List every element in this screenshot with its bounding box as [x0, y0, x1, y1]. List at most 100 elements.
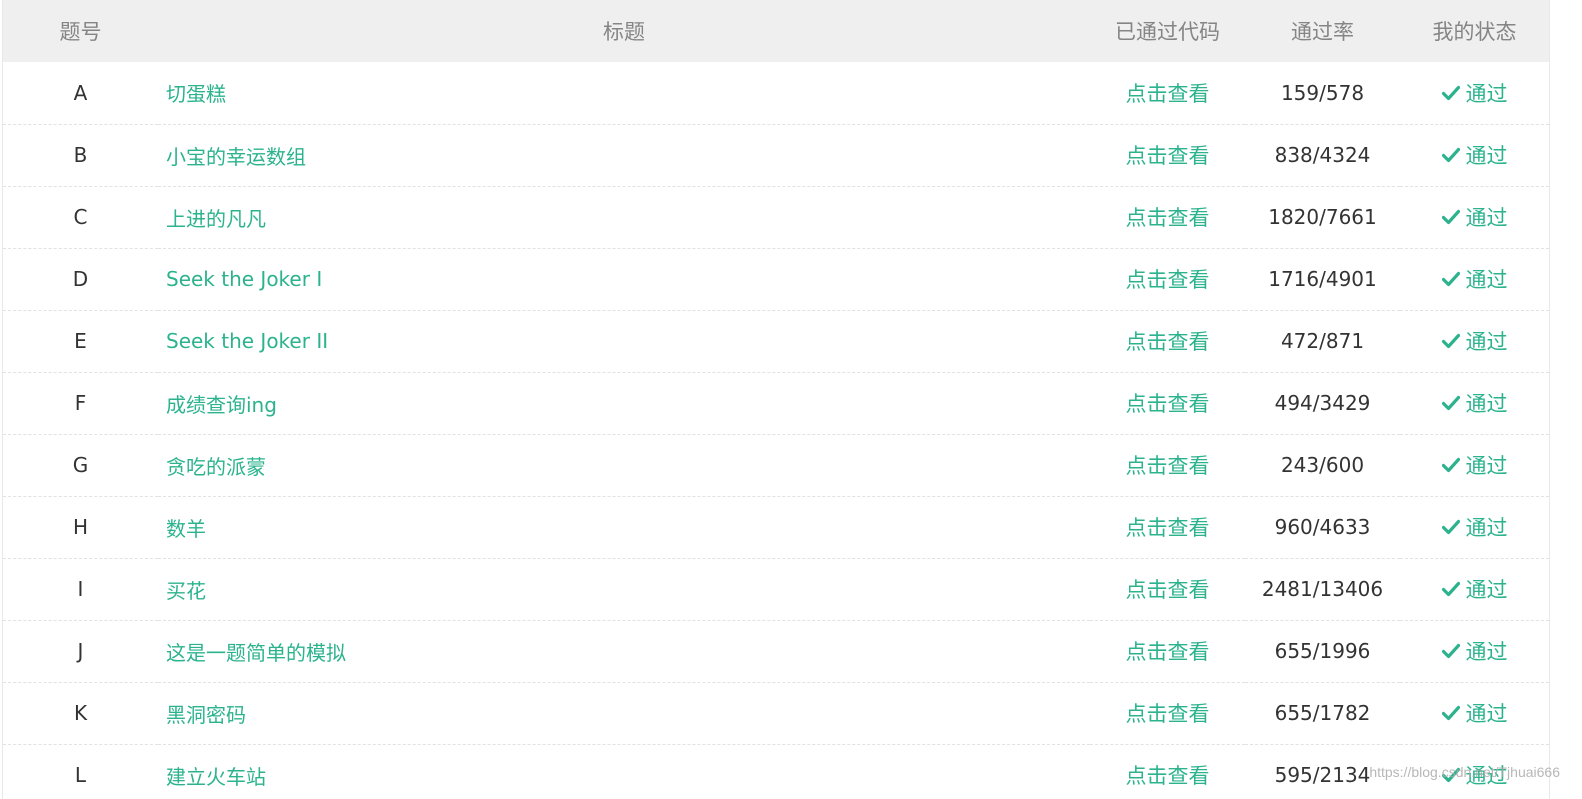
pass-rate: 472/871 — [1280, 329, 1365, 353]
pass-rate: 494/3429 — [1274, 391, 1371, 415]
pass-rate-cell: 1716/4901 — [1245, 248, 1400, 310]
status-cell: 通过 — [1400, 682, 1549, 744]
problem-id-label: K — [73, 701, 88, 725]
problem-id: L — [3, 744, 158, 799]
status-label: 通过 — [1465, 578, 1508, 602]
view-code-link[interactable]: 点击查看 — [1126, 702, 1210, 726]
pass-rate-cell: 243/600 — [1245, 434, 1400, 496]
pass-rate-cell: 655/1782 — [1245, 682, 1400, 744]
status-cell: 通过 — [1400, 124, 1549, 186]
table-header-row: 题号 标题 已通过代码 通过率 我的状态 — [3, 0, 1549, 62]
check-icon — [1441, 395, 1460, 411]
status-cell: 通过 — [1400, 620, 1549, 682]
problem-id: E — [3, 310, 158, 372]
problem-id-label: C — [73, 205, 88, 229]
problem-title-link[interactable]: 建立火车站 — [166, 765, 266, 789]
problem-title-cell: 贪吃的派蒙 — [158, 434, 1090, 496]
problem-id: D — [3, 248, 158, 310]
view-code-link[interactable]: 点击查看 — [1126, 516, 1210, 540]
table-row: J 这是一题简单的模拟 点击查看 655/1996 通过 — [3, 620, 1549, 682]
problem-title-link[interactable]: 这是一题简单的模拟 — [166, 641, 346, 665]
problem-title-link[interactable]: 小宝的幸运数组 — [166, 145, 306, 169]
table-row: E Seek the Joker II 点击查看 472/871 通过 — [3, 310, 1549, 372]
status-badge: 通过 — [1441, 140, 1508, 170]
problem-title-cell: 买花 — [158, 558, 1090, 620]
status-label: 通过 — [1465, 268, 1508, 292]
problem-title-cell: 上进的凡凡 — [158, 186, 1090, 248]
pass-rate-cell: 655/1996 — [1245, 620, 1400, 682]
status-cell: 通过 — [1400, 186, 1549, 248]
accepted-code-cell: 点击查看 — [1090, 248, 1245, 310]
pass-rate: 159/578 — [1280, 80, 1365, 105]
status-cell: 通过 — [1400, 372, 1549, 434]
problem-id: H — [3, 496, 158, 558]
problem-title-link[interactable]: 数羊 — [166, 517, 206, 541]
pass-rate: 655/1996 — [1274, 639, 1371, 663]
pass-rate-cell: 1820/7661 — [1245, 186, 1400, 248]
problem-id-label: H — [72, 515, 89, 539]
pass-rate: 960/4633 — [1274, 515, 1371, 539]
accepted-code-cell: 点击查看 — [1090, 372, 1245, 434]
status-badge: 通过 — [1441, 388, 1508, 418]
view-code-link[interactable]: 点击查看 — [1126, 640, 1210, 664]
problem-title-cell: 这是一题简单的模拟 — [158, 620, 1090, 682]
pass-rate: 2481/13406 — [1261, 577, 1384, 601]
problem-id: C — [3, 186, 158, 248]
status-badge: 通过 — [1441, 202, 1508, 232]
pass-rate-cell: 595/2134 — [1245, 744, 1400, 799]
view-code-link[interactable]: 点击查看 — [1126, 392, 1210, 416]
table-row: G 贪吃的派蒙 点击查看 243/600 通过 — [3, 434, 1549, 496]
view-code-link[interactable]: 点击查看 — [1126, 764, 1210, 788]
check-icon — [1441, 209, 1460, 225]
problem-title-link[interactable]: 买花 — [166, 579, 206, 603]
problem-id: B — [3, 124, 158, 186]
problem-title-link[interactable]: 黑洞密码 — [166, 703, 246, 727]
problem-title-link[interactable]: 成绩查询ing — [166, 393, 277, 417]
view-code-link[interactable]: 点击查看 — [1126, 454, 1210, 478]
pass-rate: 655/1782 — [1274, 701, 1371, 725]
header-accepted-code: 已通过代码 — [1115, 20, 1220, 44]
view-code-link[interactable]: 点击查看 — [1126, 144, 1210, 168]
check-icon — [1441, 333, 1460, 349]
problem-id-label: G — [72, 453, 89, 477]
problem-title-link[interactable]: 切蛋糕 — [166, 82, 226, 106]
problem-id-label: D — [72, 267, 89, 291]
view-code-link[interactable]: 点击查看 — [1126, 82, 1210, 106]
problem-id: A — [3, 62, 158, 124]
status-badge: 通过 — [1441, 512, 1508, 542]
view-code-link[interactable]: 点击查看 — [1126, 268, 1210, 292]
status-label: 通过 — [1465, 330, 1508, 354]
problem-title-cell: 黑洞密码 — [158, 682, 1090, 744]
header-title: 标题 — [603, 20, 645, 44]
check-icon — [1441, 457, 1460, 473]
status-label: 通过 — [1465, 702, 1508, 726]
status-label: 通过 — [1465, 764, 1508, 789]
status-label: 通过 — [1465, 454, 1508, 478]
pass-rate-cell: 472/871 — [1245, 310, 1400, 372]
pass-rate: 838/4324 — [1274, 143, 1371, 167]
header-my-status: 我的状态 — [1432, 20, 1517, 44]
problem-title-cell: Seek the Joker I — [158, 248, 1090, 310]
accepted-code-cell: 点击查看 — [1090, 744, 1245, 799]
view-code-link[interactable]: 点击查看 — [1126, 206, 1210, 230]
check-icon — [1441, 705, 1460, 721]
status-label: 通过 — [1465, 81, 1508, 106]
table-row: K 黑洞密码 点击查看 655/1782 通过 — [3, 682, 1549, 744]
check-icon — [1441, 519, 1460, 535]
check-icon — [1441, 643, 1460, 659]
problem-title-link[interactable]: Seek the Joker II — [166, 329, 328, 353]
check-icon — [1441, 581, 1460, 597]
status-cell: 通过 — [1400, 434, 1549, 496]
status-label: 通过 — [1465, 206, 1508, 230]
problem-title-link[interactable]: 上进的凡凡 — [166, 207, 266, 231]
problem-title-link[interactable]: Seek the Joker I — [166, 267, 322, 291]
view-code-link[interactable]: 点击查看 — [1126, 578, 1210, 602]
pass-rate: 1716/4901 — [1268, 267, 1377, 291]
table-row: L 建立火车站 点击查看 595/2134 通过 — [3, 744, 1549, 799]
header-pass-rate: 通过率 — [1291, 20, 1354, 44]
status-label: 通过 — [1465, 640, 1508, 664]
problem-title-link[interactable]: 贪吃的派蒙 — [166, 455, 266, 479]
problem-id: G — [3, 434, 158, 496]
problem-id-label: A — [73, 80, 88, 105]
view-code-link[interactable]: 点击查看 — [1126, 330, 1210, 354]
